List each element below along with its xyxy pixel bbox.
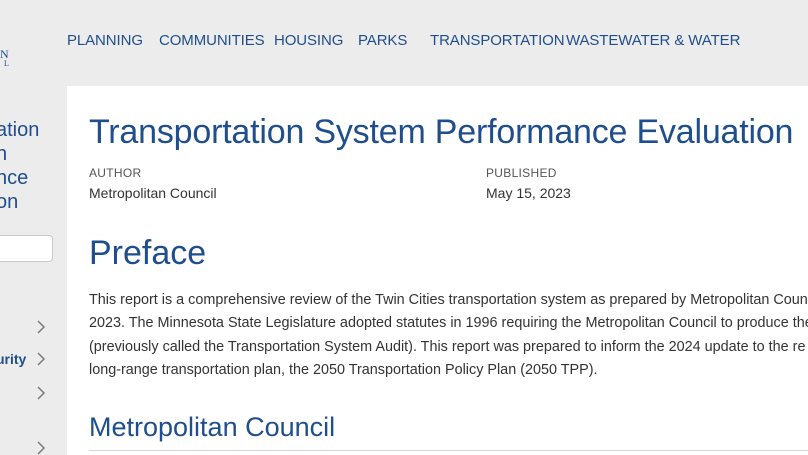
sidebar-search-input[interactable]	[0, 235, 53, 262]
section-heading: Metropolitan Council	[89, 412, 336, 442]
nav-housing[interactable]: HOUSING	[274, 32, 343, 49]
preface-heading: Preface	[89, 234, 207, 272]
paragraph-line: This report is a comprehensive review of…	[89, 292, 808, 308]
logo-text-line2: L	[4, 59, 9, 68]
sidebar-item-active[interactable]: urity	[0, 351, 26, 367]
sidebar-title-line: n	[0, 143, 8, 165]
top-navigation-bar: N L PLANNING COMMUNITIES HOUSING PARKS T…	[0, 0, 808, 86]
nav-wastewater-water[interactable]: WASTEWATER & WATER	[566, 32, 740, 49]
published-value: May 15, 2023	[486, 185, 571, 201]
sidebar-title-line: nce	[0, 167, 29, 189]
chevron-right-icon[interactable]	[36, 352, 46, 366]
logo[interactable]: N L	[0, 48, 9, 68]
published-label: PUBLISHED	[486, 166, 557, 180]
nav-parks[interactable]: PARKS	[358, 32, 407, 49]
author-label: AUTHOR	[89, 166, 142, 180]
paragraph-line: long-range transportation plan, the 2050…	[89, 362, 598, 379]
sidebar-title-line: on	[0, 191, 19, 213]
divider	[89, 450, 808, 451]
sidebar-document-title[interactable]: ation n nce on	[0, 118, 39, 214]
paragraph-line: 2023. The Minnesota State Legislature ad…	[89, 315, 808, 332]
nav-communities[interactable]: COMMUNITIES	[159, 32, 265, 49]
author-value: Metropolitan Council	[89, 185, 217, 201]
sidebar-title-line: ation	[0, 119, 40, 141]
chevron-right-icon[interactable]	[36, 320, 46, 334]
main-content: Transportation System Performance Evalua…	[67, 86, 808, 455]
paragraph-line: (previously called the Transportation Sy…	[89, 338, 806, 355]
chevron-right-icon[interactable]	[36, 386, 46, 400]
preface-paragraph: This report is a comprehensive review of…	[89, 289, 808, 383]
page-title: Transportation System Performance Evalua…	[89, 113, 794, 151]
chevron-right-icon[interactable]	[36, 441, 46, 455]
nav-planning[interactable]: PLANNING	[67, 32, 143, 49]
nav-transportation[interactable]: TRANSPORTATION	[430, 32, 565, 49]
sidebar: ation n nce on urity	[0, 86, 67, 455]
